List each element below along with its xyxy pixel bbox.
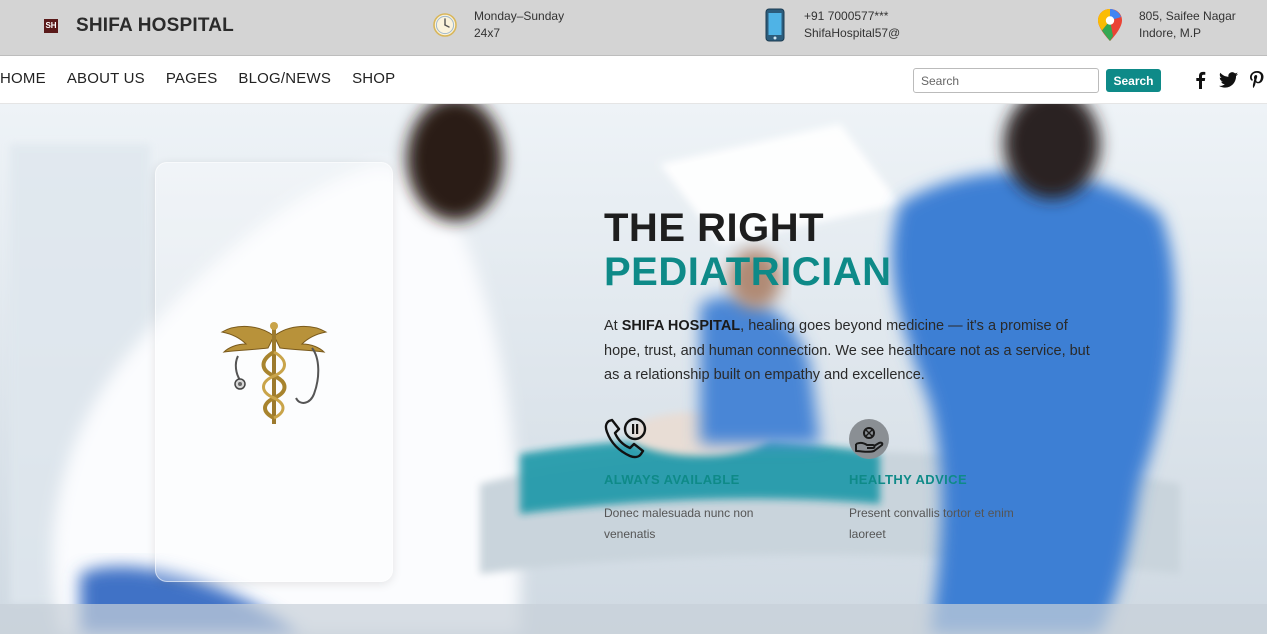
contact-info: +91 7000577*** ShifaHospital57@ bbox=[758, 8, 900, 42]
brand-name[interactable]: SHIFA HOSPITAL bbox=[76, 15, 234, 37]
nav-pages[interactable]: PAGES bbox=[166, 70, 218, 87]
contact-phone[interactable]: +91 7000577*** bbox=[804, 8, 900, 25]
hours-days: Monday–Sunday bbox=[474, 9, 565, 23]
logo-icon[interactable]: SH bbox=[44, 19, 58, 33]
feature-title-always-available: ALWAYS AVAILABLE bbox=[604, 472, 740, 487]
pinterest-icon[interactable] bbox=[1246, 69, 1267, 91]
hero-text-brand: SHIFA HOSPITAL bbox=[621, 318, 741, 334]
clock-icon bbox=[428, 8, 462, 42]
phone-icon bbox=[758, 8, 792, 42]
feature-desc-healthy-advice: Present convallis tortor et enim laoreet bbox=[849, 506, 1014, 541]
hero-description: At SHIFA HOSPITAL, healing goes beyond m… bbox=[604, 314, 1104, 388]
main-navigation: HOME ABOUT US PAGES BLOG/NEWS SHOP Searc… bbox=[0, 56, 1267, 104]
search-button[interactable]: Search bbox=[1106, 69, 1161, 92]
nav-shop[interactable]: SHOP bbox=[352, 70, 395, 87]
feature-desc-always-available: Donec malesuada nunc non venenatis bbox=[604, 506, 754, 541]
hours-time: 24x7 bbox=[474, 26, 501, 40]
hero-text-prefix: At bbox=[604, 318, 622, 334]
nav-about-us[interactable]: ABOUT US bbox=[67, 70, 145, 87]
address-line-2: Indore, M.P bbox=[1139, 26, 1202, 40]
opening-hours: Monday–Sunday 24x7 bbox=[428, 8, 564, 42]
phone-call-icon bbox=[603, 417, 649, 466]
hero-section: THE RIGHT PEDIATRICIAN At SHIFA HOSPITAL… bbox=[0, 104, 1267, 634]
address-info: 805, Saifee Nagar Indore, M.P bbox=[1093, 8, 1236, 42]
map-pin-icon bbox=[1093, 8, 1127, 42]
hero-title-line-1: THE RIGHT bbox=[604, 206, 825, 250]
nav-home[interactable]: HOME bbox=[0, 70, 46, 87]
facebook-icon[interactable] bbox=[1189, 69, 1211, 91]
hero-title-line-2: PEDIATRICIAN bbox=[604, 250, 892, 294]
nav-blog-news[interactable]: BLOG/NEWS bbox=[238, 70, 331, 87]
contact-email[interactable]: ShifaHospital57@ bbox=[804, 25, 900, 42]
address-line-1: 805, Saifee Nagar bbox=[1139, 9, 1236, 23]
hand-advice-icon bbox=[848, 418, 890, 465]
search-input[interactable] bbox=[913, 68, 1099, 93]
top-info-bar: SH SHIFA HOSPITAL Monday–Sunday 24x7 +91… bbox=[0, 0, 1267, 56]
caduceus-icon bbox=[216, 318, 332, 435]
feature-title-healthy-advice: HEALTHY ADVICE bbox=[849, 472, 968, 487]
nav-links: HOME ABOUT US PAGES BLOG/NEWS SHOP bbox=[0, 70, 416, 87]
twitter-icon[interactable] bbox=[1217, 69, 1239, 91]
